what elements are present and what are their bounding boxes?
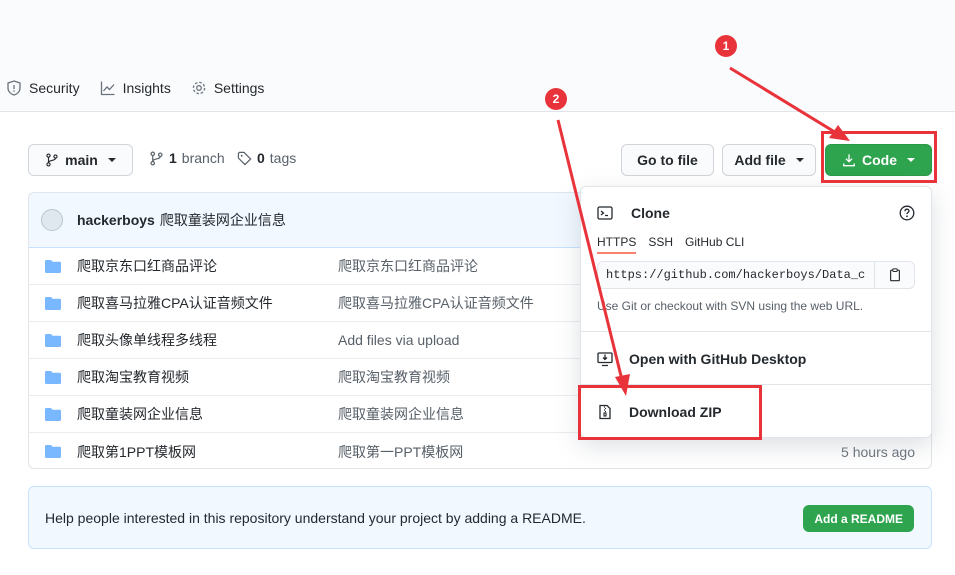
add-readme-button[interactable]: Add a README <box>803 505 914 532</box>
file-commit-message[interactable]: 爬取淘宝教育视频 <box>338 367 450 387</box>
tab-ssh[interactable]: SSH <box>648 235 673 254</box>
folder-icon <box>45 407 61 421</box>
graph-icon <box>100 81 115 96</box>
chevron-down-icon <box>795 158 804 162</box>
tab-insights-label: Insights <box>122 80 171 96</box>
tab-settings[interactable]: Settings <box>185 80 279 96</box>
file-commit-message[interactable]: 爬取第一PPT模板网 <box>338 442 463 462</box>
repo-nav-tabs: Security Insights Settings <box>0 72 278 104</box>
tag-icon <box>237 151 252 165</box>
readme-banner: Help people interested in this repositor… <box>28 486 932 549</box>
annotation-badge-1: 1 <box>715 35 737 57</box>
go-to-file-button[interactable]: Go to file <box>621 144 714 176</box>
file-commit-message[interactable]: 爬取京东口红商品评论 <box>338 256 478 276</box>
tab-settings-label: Settings <box>213 80 265 96</box>
tag-count: 0 <box>257 150 265 166</box>
folder-icon <box>45 445 61 458</box>
folder-icon <box>45 333 61 347</box>
folder-icon <box>45 259 61 273</box>
folder-icon <box>45 370 61 384</box>
file-row[interactable]: 爬取第1PPT模板网 爬取第一PPT模板网 5 hours ago <box>29 433 931 468</box>
file-commit-message[interactable]: 爬取童装网企业信息 <box>338 404 464 424</box>
readme-banner-text: Help people interested in this repositor… <box>45 509 586 526</box>
tab-github-cli[interactable]: GitHub CLI <box>685 235 744 254</box>
branches-link[interactable]: 1 branch <box>149 150 225 166</box>
clone-title: Clone <box>631 205 670 221</box>
gear-icon <box>192 81 206 95</box>
open-github-desktop-label: Open with GitHub Desktop <box>629 351 807 367</box>
repo-header: Security Insights Settings <box>0 0 955 112</box>
file-age: 5 hours ago <box>841 443 915 460</box>
branch-count: 1 <box>169 150 177 166</box>
file-name[interactable]: 爬取淘宝教育视频 <box>77 367 189 387</box>
annotation-box-code <box>821 131 937 183</box>
clone-header: Clone <box>597 205 670 221</box>
tags-link[interactable]: 0 tags <box>237 150 296 166</box>
add-file-label: Add file <box>734 152 786 168</box>
chevron-down-icon <box>107 158 116 162</box>
tag-word: tags <box>269 150 297 166</box>
file-name[interactable]: 爬取第1PPT模板网 <box>77 442 196 462</box>
clone-url-group <box>597 261 915 289</box>
desktop-download-icon <box>597 352 613 367</box>
tab-insights[interactable]: Insights <box>94 80 185 96</box>
annotation-box-download-zip <box>578 385 762 440</box>
branch-selector-button[interactable]: main <box>28 144 133 176</box>
tab-security-label: Security <box>29 80 80 96</box>
folder-icon <box>45 296 61 310</box>
file-name[interactable]: 爬取京东口红商品评论 <box>77 256 217 276</box>
open-github-desktop-item[interactable]: Open with GitHub Desktop <box>597 351 806 367</box>
clone-hint: Use Git or checkout with SVN using the w… <box>597 299 864 313</box>
tab-security[interactable]: Security <box>0 80 94 96</box>
branch-icon <box>46 153 58 167</box>
dropdown-divider <box>581 331 931 332</box>
file-commit-message[interactable]: 爬取喜马拉雅CPA认证音频文件 <box>338 293 534 313</box>
add-file-button[interactable]: Add file <box>722 144 816 176</box>
clone-url-input[interactable] <box>598 262 874 288</box>
file-name[interactable]: 爬取头像单线程多线程 <box>77 330 217 350</box>
clipboard-icon <box>889 268 900 282</box>
clone-protocol-tabs: HTTPS SSH GitHub CLI <box>597 235 744 254</box>
file-name[interactable]: 爬取童装网企业信息 <box>77 404 203 424</box>
copy-url-button[interactable] <box>874 262 914 288</box>
question-icon[interactable] <box>899 205 915 221</box>
branch-icon <box>150 151 163 165</box>
go-to-file-label: Go to file <box>637 152 698 168</box>
file-name[interactable]: 爬取喜马拉雅CPA认证音频文件 <box>77 293 273 313</box>
branch-word: branch <box>181 150 225 166</box>
avatar[interactable] <box>41 209 63 231</box>
branch-name: main <box>65 152 98 168</box>
shield-icon <box>7 80 21 96</box>
annotation-badge-2: 2 <box>545 88 567 110</box>
terminal-icon <box>597 206 613 220</box>
tab-https[interactable]: HTTPS <box>597 235 637 254</box>
commit-message[interactable]: 爬取童装网企业信息 <box>160 210 286 230</box>
file-commit-message[interactable]: Add files via upload <box>338 332 459 348</box>
commit-author[interactable]: hackerboys <box>77 212 155 228</box>
